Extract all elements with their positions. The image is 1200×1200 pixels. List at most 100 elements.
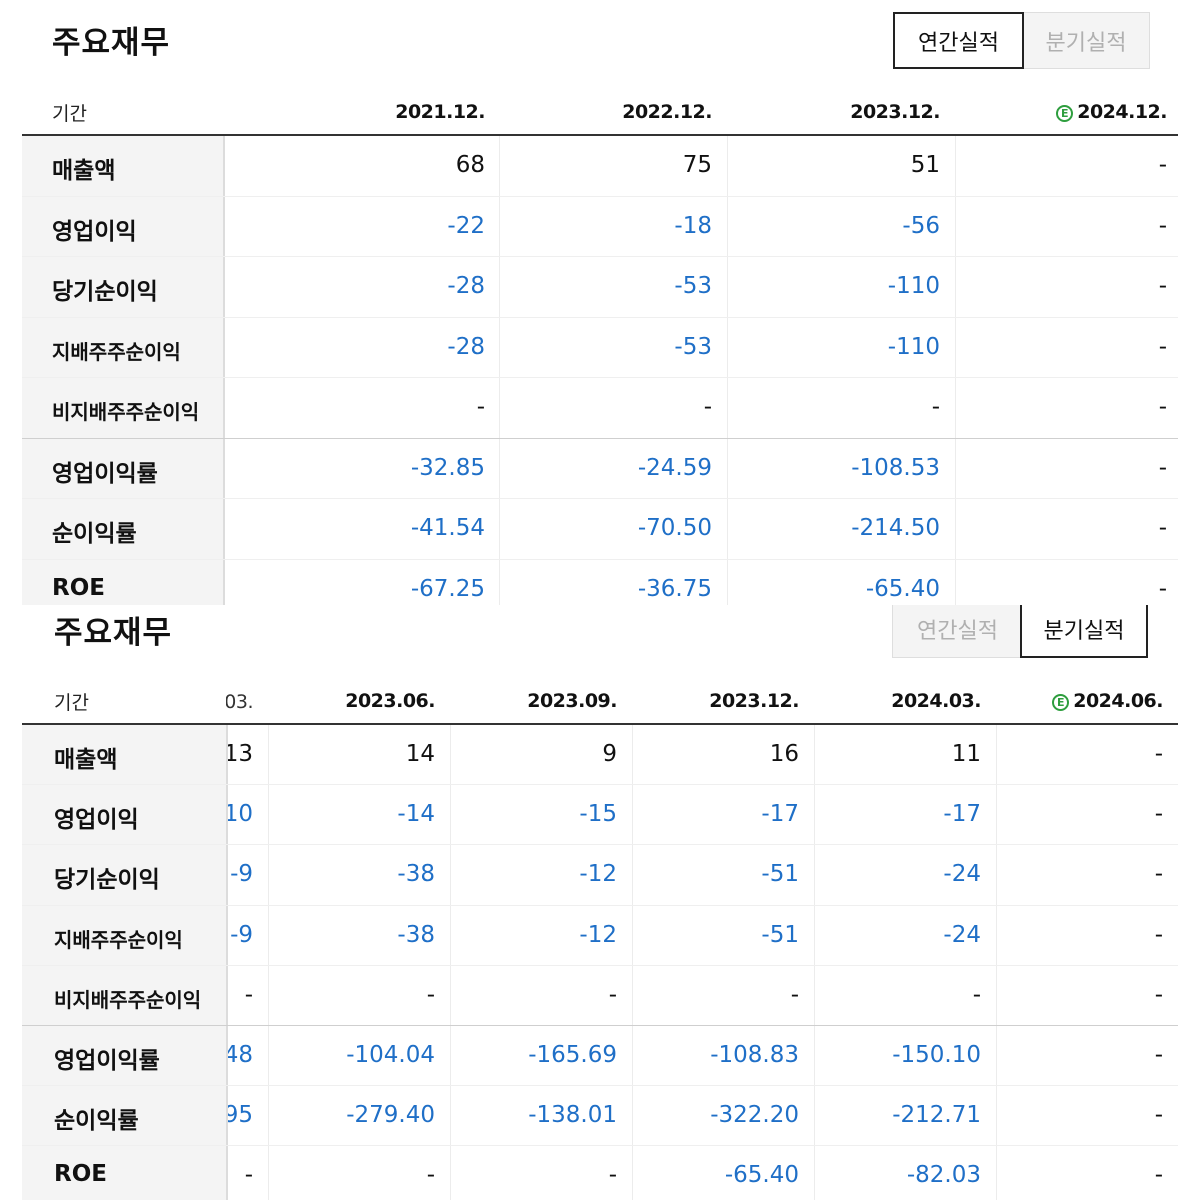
table-cell: -110 [887,273,940,299]
table-cell: - [1158,515,1167,541]
row-label: 영업이익률 [52,460,158,487]
label-column-border [223,136,225,605]
table-cell: - [1158,454,1167,481]
row-label: 비지배주주순이익 [52,400,200,424]
table-cell: -24 [943,861,981,888]
row-label: 순이익률 [52,521,137,547]
row-divider [22,498,1178,499]
row-label: 영업이익 [52,218,137,245]
row-label: 매출액 [52,158,116,184]
column-divider [996,725,997,1200]
table-cell: -32.85 [410,454,485,481]
table-cell: -18 [674,212,712,239]
row-divider [22,256,1178,257]
row-divider [22,196,1178,197]
table-cell: 11 [951,741,981,767]
period-header-text: 2024.12. [1077,101,1167,123]
table-cell: 75 [682,152,712,178]
table-cell: -38 [397,921,435,948]
period-header: 2022.12. [512,101,712,123]
table-cell: - [476,394,485,420]
group-divider [22,1025,1178,1026]
period-header: 2023.12. [740,101,940,123]
table-cell: - [1158,212,1167,239]
table-cell: -38 [397,861,435,888]
row-divider [22,905,1178,906]
table-cell: - [1154,801,1163,828]
annual-financials-panel: 주요재무 연간실적 분기실적 기간 2021.12. 2022.12. 2023.1… [0,0,1200,605]
period-header: 2023.12. [599,690,799,712]
section-title: 주요재무 [54,615,173,651]
row-label: 영업이익 [54,807,139,834]
table-cell: -65.40 [724,1162,799,1189]
column-divider [814,725,815,1200]
row-divider [22,965,1178,966]
table-cell: 68 [455,152,485,178]
table-cell: -279.40 [346,1102,435,1129]
column-divider [955,136,956,605]
table-cell: - [931,394,940,420]
tab-quarterly[interactable]: 분기실적 [1020,605,1148,658]
table-cell: -212.71 [892,1102,981,1129]
row-label: ROE [54,1161,107,1188]
table-cell: - [1158,273,1167,299]
table-cell: -104.04 [346,1042,435,1068]
table-cell: 16 [769,741,799,767]
tab-quarterly[interactable]: 분기실적 [1022,12,1150,69]
tab-annual[interactable]: 연간실적 [892,605,1023,658]
table-cell: -12 [579,861,617,888]
column-divider [632,725,633,1200]
tab-annual[interactable]: 연간실적 [893,12,1024,69]
period-header: 2021.12. [285,101,485,123]
column-divider [727,136,728,605]
table-cell: -138.01 [528,1102,617,1129]
table-cell: -150.10 [892,1042,981,1068]
table-cell: - [790,981,799,1008]
table-cell: -56 [902,212,940,239]
row-divider [22,317,1178,318]
estimate-icon: E [1052,694,1070,711]
row-divider [22,559,1178,560]
period-header: 2024.03. [781,690,981,712]
table-cell: -65.40 [865,575,940,602]
table-cell: -28 [447,333,485,360]
table-cell: - [1158,333,1167,360]
column-divider [268,725,269,1200]
table-cell: -70.50 [637,515,712,541]
row-label: 비지배주주순이익 [54,987,202,1012]
row-label: 순이익률 [54,1108,139,1135]
table-cell: -41.54 [410,515,485,541]
row-label: 영업이익률 [54,1048,160,1074]
period-header: 2023.06. [235,690,435,712]
row-divider [22,377,1178,378]
table-cell: -53 [674,333,712,360]
period-header-label: 기간 [54,692,89,714]
table-cell: -214.50 [851,515,940,541]
column-divider [499,136,500,605]
quarterly-financials-panel: 주요재무 연간실적 분기실적 기간 03. 2023.06. 2023.09. 202… [0,605,1200,1200]
table-cell: -322.20 [710,1102,799,1129]
period-header-text: 2023.12. [850,101,940,123]
table-cell: -51 [761,921,799,948]
table-cell: -17 [943,801,981,828]
table-cell: -24 [943,921,981,948]
table-cell: - [1154,981,1163,1008]
period-header-text: 2021.12. [395,101,485,123]
table-cell: -28 [447,273,485,299]
table-cell: -110 [887,333,940,360]
table-cell: 51 [910,152,940,178]
period-header-text: 2024.06. [1073,690,1163,712]
table-cell: -36.75 [637,575,712,602]
table-cell: - [608,981,617,1008]
table-cell: - [1154,1162,1163,1189]
table-cell: 9 [602,741,617,767]
table-cell: - [703,394,712,420]
table-cell: -12 [579,921,617,948]
table-cell: -22 [447,212,485,239]
table-cell: - [1154,1042,1163,1068]
column-divider [450,725,451,1200]
table-cell: -82.03 [906,1162,981,1189]
table-cell: - [1154,921,1163,948]
period-header-label: 기간 [52,103,87,125]
row-divider [22,1085,1178,1086]
